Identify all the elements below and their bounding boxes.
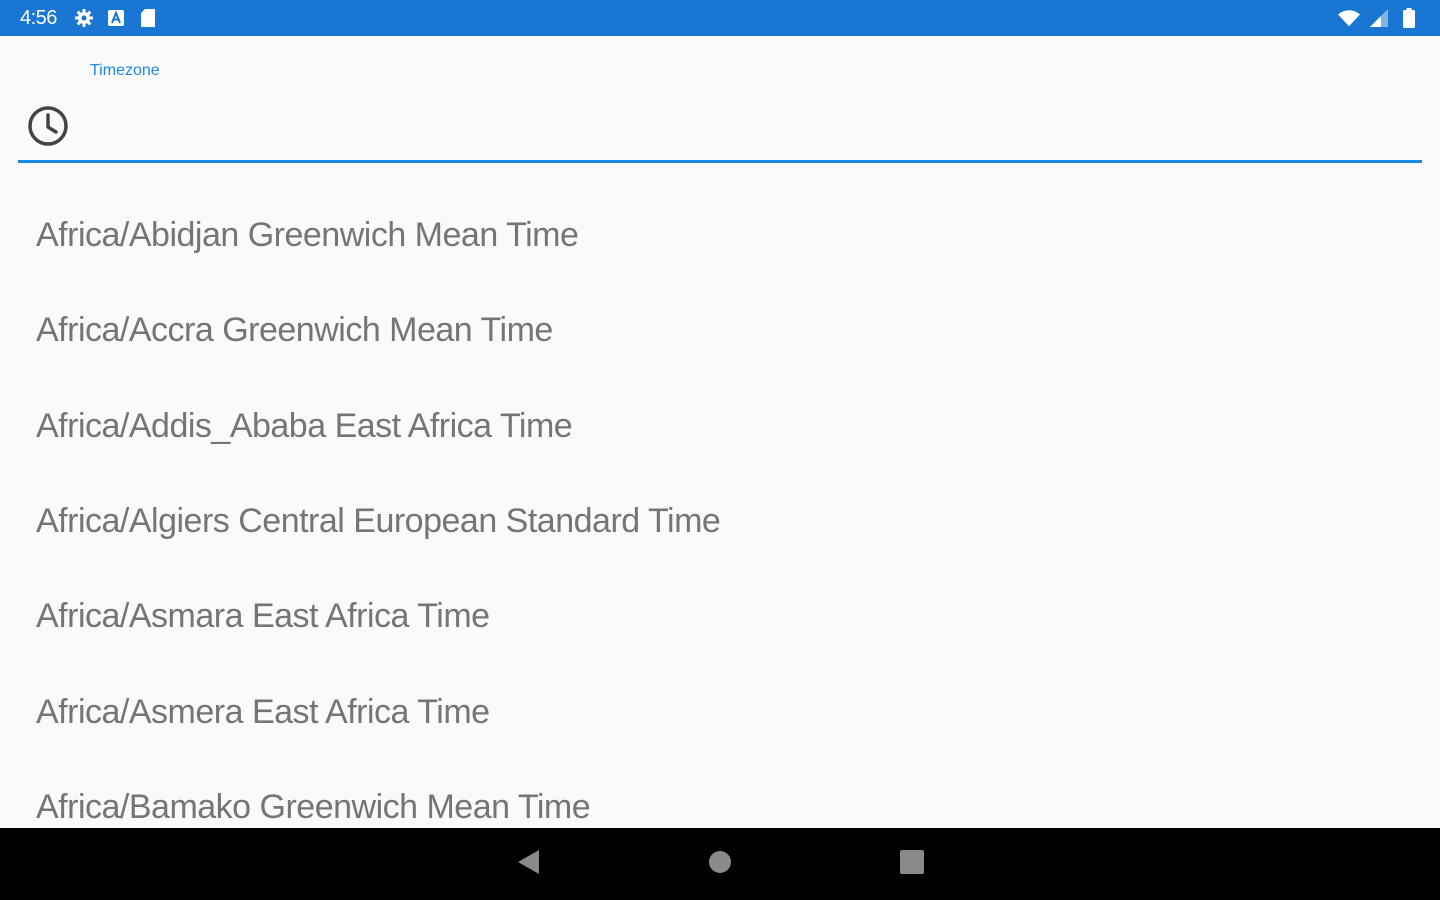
- status-bar-right: [1332, 7, 1422, 29]
- signal-icon: [1368, 7, 1390, 29]
- back-button[interactable]: [498, 828, 558, 900]
- navigation-bar: [0, 828, 1440, 900]
- list-item[interactable]: Africa/Addis_Ababa East Africa Time: [0, 379, 1440, 474]
- a-box-icon: [105, 7, 127, 29]
- input-underline: [18, 160, 1422, 163]
- list-item[interactable]: Africa/Abidjan Greenwich Mean Time: [0, 188, 1440, 283]
- home-icon: [707, 849, 733, 880]
- home-button[interactable]: [690, 828, 750, 900]
- timezone-list[interactable]: Africa/Abidjan Greenwich Mean Time Afric…: [0, 188, 1440, 828]
- timezone-input[interactable]: [84, 100, 1414, 152]
- status-time: 4:56: [20, 6, 57, 29]
- wifi-icon: [1338, 7, 1360, 29]
- list-item[interactable]: Africa/Algiers Central European Standard…: [0, 474, 1440, 569]
- screen: 4:56 Timezone Africa/Abidjan Greenwich M…: [0, 0, 1440, 900]
- list-item[interactable]: Africa/Asmera East Africa Time: [0, 664, 1440, 759]
- status-bar: 4:56: [0, 0, 1440, 36]
- list-item[interactable]: Africa/Accra Greenwich Mean Time: [0, 283, 1440, 378]
- list-item[interactable]: Africa/Asmara East Africa Time: [0, 569, 1440, 664]
- recents-icon: [899, 849, 925, 880]
- sd-card-icon: [137, 7, 159, 29]
- battery-icon: [1398, 7, 1420, 29]
- timezone-input-container: Timezone: [18, 36, 1422, 164]
- timezone-field-label: Timezone: [90, 62, 160, 79]
- list-item[interactable]: Africa/Bamako Greenwich Mean Time: [0, 760, 1440, 828]
- status-bar-left: 4:56: [20, 7, 169, 30]
- recents-button[interactable]: [882, 828, 942, 900]
- clock-icon: [26, 104, 70, 148]
- back-icon: [515, 848, 541, 881]
- gear-icon: [73, 7, 95, 29]
